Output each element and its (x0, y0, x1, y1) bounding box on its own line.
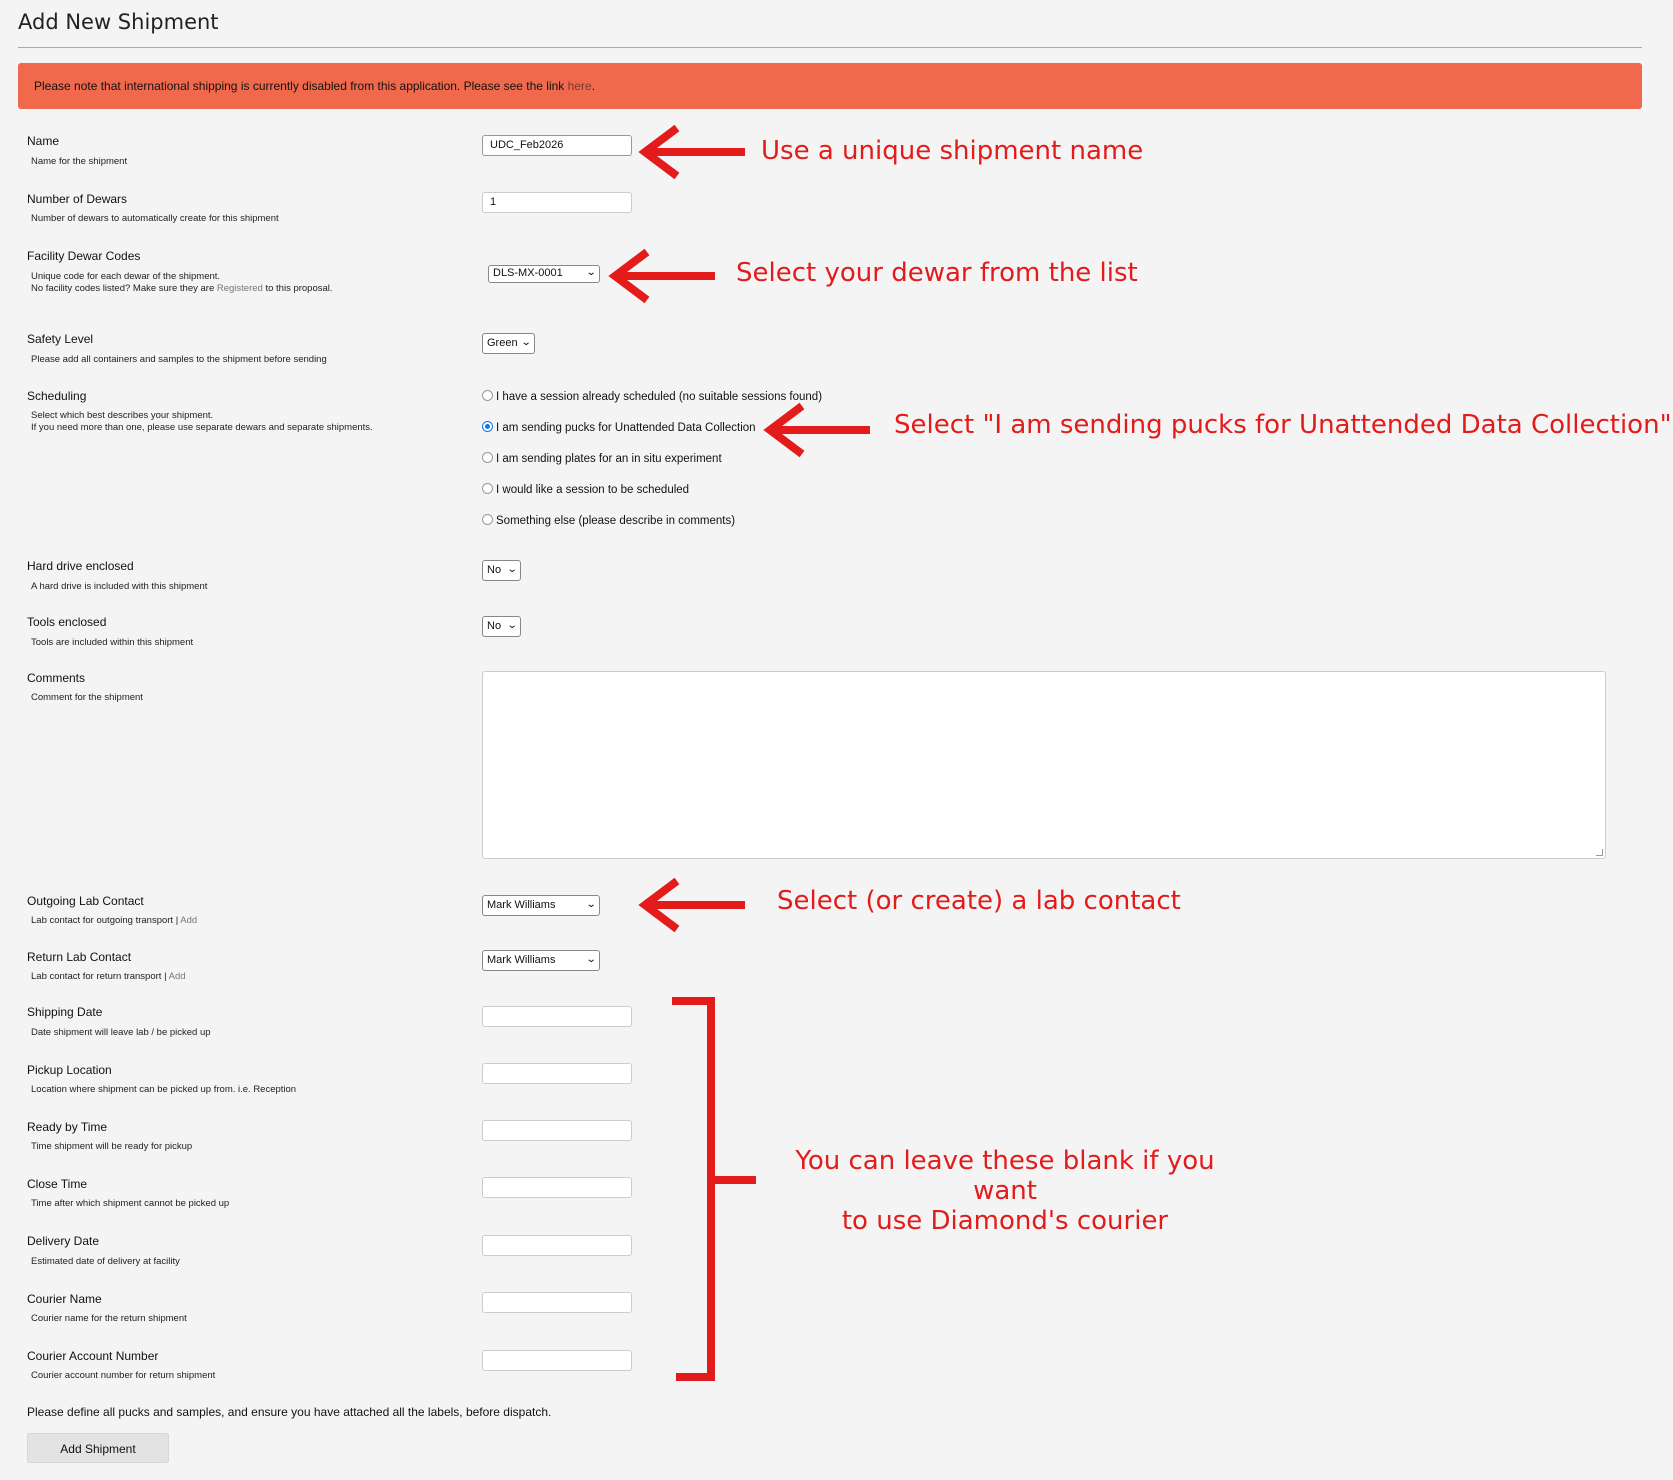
annotation-blank: You can leave these blank if you want to… (770, 1146, 1240, 1236)
left-arrow-icon (763, 402, 870, 458)
annotation-overlay (608, 124, 870, 1381)
left-arrow-icon (638, 124, 745, 180)
annotation-scheduling: Select "I am sending pucks for Unattende… (894, 410, 1672, 440)
annotation-blank-line1: You can leave these blank if you want (795, 1146, 1215, 1206)
annotation-dewar: Select your dewar from the list (736, 258, 1138, 288)
left-arrow-icon (608, 248, 715, 304)
annotation-blank-line2: to use Diamond's courier (841, 1206, 1169, 1236)
right-bracket-icon (672, 997, 756, 1381)
left-arrow-icon (638, 877, 745, 933)
annotation-name: Use a unique shipment name (761, 136, 1144, 166)
annotation-contact: Select (or create) a lab contact (777, 886, 1181, 916)
